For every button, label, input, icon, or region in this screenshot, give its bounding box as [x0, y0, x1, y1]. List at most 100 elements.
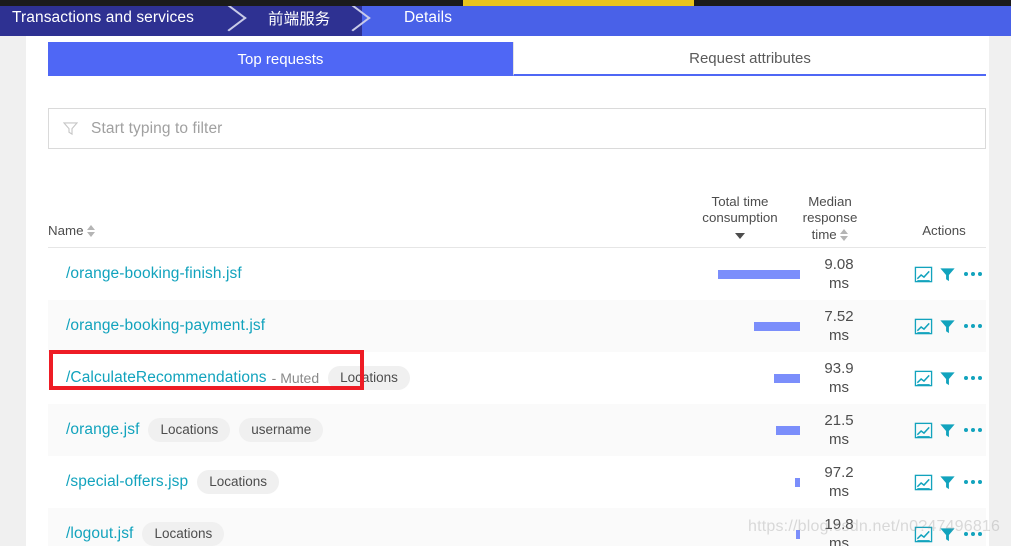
more-actions-icon[interactable]	[962, 370, 984, 386]
cell-median-response-time: 97.2 ms	[808, 456, 870, 508]
attribute-chip[interactable]: Locations	[197, 470, 280, 494]
cell-actions	[908, 456, 986, 508]
column-header-label: Total time consumption	[702, 193, 778, 226]
median-unit: ms	[829, 535, 849, 546]
total-time-bar	[774, 374, 800, 383]
request-link[interactable]: /CalculateRecommendations	[66, 369, 267, 387]
cell-median-response-time: 9.08 ms	[808, 248, 870, 300]
more-actions-icon[interactable]	[962, 474, 984, 490]
content-card: Top requests Request attributes Start ty…	[26, 36, 989, 546]
median-value: 19.8	[824, 516, 854, 533]
sort-descending-icon[interactable]	[735, 232, 745, 239]
median-unit: ms	[829, 327, 849, 344]
total-time-bar	[796, 530, 800, 539]
cell-total-time-bar	[648, 300, 800, 352]
filter-placeholder: Start typing to filter	[91, 119, 223, 137]
table-row[interactable]: /special-offers.jsp Locations 97.2 ms	[48, 456, 986, 508]
cell-actions	[908, 508, 986, 546]
cell-total-time-bar	[648, 404, 800, 456]
request-link[interactable]: /special-offers.jsp	[66, 473, 188, 491]
median-value: 7.52	[824, 308, 854, 325]
cell-request-name: /special-offers.jsp Locations	[48, 456, 280, 508]
cell-actions	[908, 404, 986, 456]
filter-input[interactable]: Start typing to filter	[48, 108, 986, 149]
cell-total-time-bar	[648, 508, 800, 546]
column-header-label: Median response time	[802, 193, 858, 242]
funnel-icon[interactable]	[938, 473, 957, 492]
cell-request-name: /orange-booking-finish.jsf	[48, 248, 242, 300]
sort-toggle-icon[interactable]	[840, 228, 849, 241]
median-unit: ms	[829, 431, 849, 448]
cell-median-response-time: 93.9 ms	[808, 352, 870, 404]
chart-icon[interactable]	[914, 473, 933, 492]
median-value: 9.08	[824, 256, 854, 273]
table-header-row: Name Total time consumption Median respo…	[48, 164, 986, 248]
tab-label: Top requests	[237, 50, 324, 68]
tab-bar: Top requests Request attributes	[48, 42, 986, 76]
total-time-bar	[776, 426, 800, 435]
chart-icon[interactable]	[914, 369, 933, 388]
cell-total-time-bar	[648, 352, 800, 404]
request-link[interactable]: /orange-booking-payment.jsf	[66, 317, 265, 335]
funnel-icon	[63, 122, 78, 136]
table-row[interactable]: /CalculateRecommendations - Muted Location…	[48, 352, 986, 404]
table-row[interactable]: /logout.jsf Locations 19.8 ms	[48, 508, 986, 546]
cell-request-name: /orange-booking-payment.jsf	[48, 300, 265, 352]
table-body: /orange-booking-finish.jsf 9.08 ms/orange-…	[48, 248, 986, 546]
column-header-total-time[interactable]: Total time consumption	[692, 194, 788, 244]
chart-icon[interactable]	[914, 317, 933, 336]
total-time-bar	[754, 322, 800, 331]
attribute-chip[interactable]: Locations	[148, 418, 231, 442]
chart-icon[interactable]	[914, 265, 933, 284]
column-header-label: Name	[48, 222, 84, 238]
cell-median-response-time: 21.5 ms	[808, 404, 870, 456]
request-link[interactable]: /orange-booking-finish.jsf	[66, 265, 242, 283]
chart-icon[interactable]	[914, 525, 933, 544]
cell-median-response-time: 7.52 ms	[808, 300, 870, 352]
attribute-chip[interactable]: Locations	[142, 522, 225, 546]
cell-request-name: /orange.jsf Locations username	[48, 404, 324, 456]
chart-icon[interactable]	[914, 421, 933, 440]
more-actions-icon[interactable]	[962, 318, 984, 334]
more-actions-icon[interactable]	[962, 266, 984, 282]
median-value: 97.2	[824, 464, 854, 481]
cell-median-response-time: 19.8 ms	[808, 508, 870, 546]
request-link[interactable]: /orange.jsf	[66, 421, 139, 439]
column-header-name[interactable]: Name	[48, 222, 96, 240]
table-row[interactable]: /orange-booking-payment.jsf 7.52 ms	[48, 300, 986, 352]
cell-actions	[908, 352, 986, 404]
more-actions-icon[interactable]	[962, 422, 984, 438]
breadcrumb-item-label: Details	[404, 9, 453, 26]
funnel-icon[interactable]	[938, 421, 957, 440]
cell-actions	[908, 300, 986, 352]
app-window: Transactions and services 前端服务 Details T…	[0, 0, 1011, 546]
median-unit: ms	[829, 275, 849, 292]
median-unit: ms	[829, 379, 849, 396]
funnel-icon[interactable]	[938, 317, 957, 336]
breadcrumb-item-label: 前端服务	[268, 11, 331, 28]
column-header-actions: Actions	[908, 223, 980, 240]
tab-top-requests[interactable]: Top requests	[48, 42, 513, 76]
funnel-icon[interactable]	[938, 525, 957, 544]
cell-actions	[908, 248, 986, 300]
median-value: 21.5	[824, 412, 854, 429]
table-row[interactable]: /orange.jsf Locations username 21.5 ms	[48, 404, 986, 456]
top-requests-table: Name Total time consumption Median respo…	[48, 164, 986, 546]
funnel-icon[interactable]	[938, 369, 957, 388]
funnel-icon[interactable]	[938, 265, 957, 284]
request-link[interactable]: /logout.jsf	[66, 525, 133, 543]
page-load-progress	[463, 0, 694, 6]
sort-toggle-icon[interactable]	[87, 224, 96, 237]
page-gutter-right	[989, 36, 1011, 546]
column-header-median-time[interactable]: Median response time	[792, 194, 868, 244]
more-actions-icon[interactable]	[962, 526, 984, 542]
attribute-chip[interactable]: username	[239, 418, 324, 442]
total-time-bar	[718, 270, 800, 279]
browser-top-strip	[0, 0, 1011, 6]
tab-request-attributes[interactable]: Request attributes	[513, 42, 986, 76]
page-gutter-left	[0, 36, 26, 546]
cell-request-name: /logout.jsf Locations	[48, 508, 225, 546]
attribute-chip[interactable]: Locations	[328, 366, 410, 390]
table-row[interactable]: /orange-booking-finish.jsf 9.08 ms	[48, 248, 986, 300]
median-value: 93.9	[824, 360, 854, 377]
